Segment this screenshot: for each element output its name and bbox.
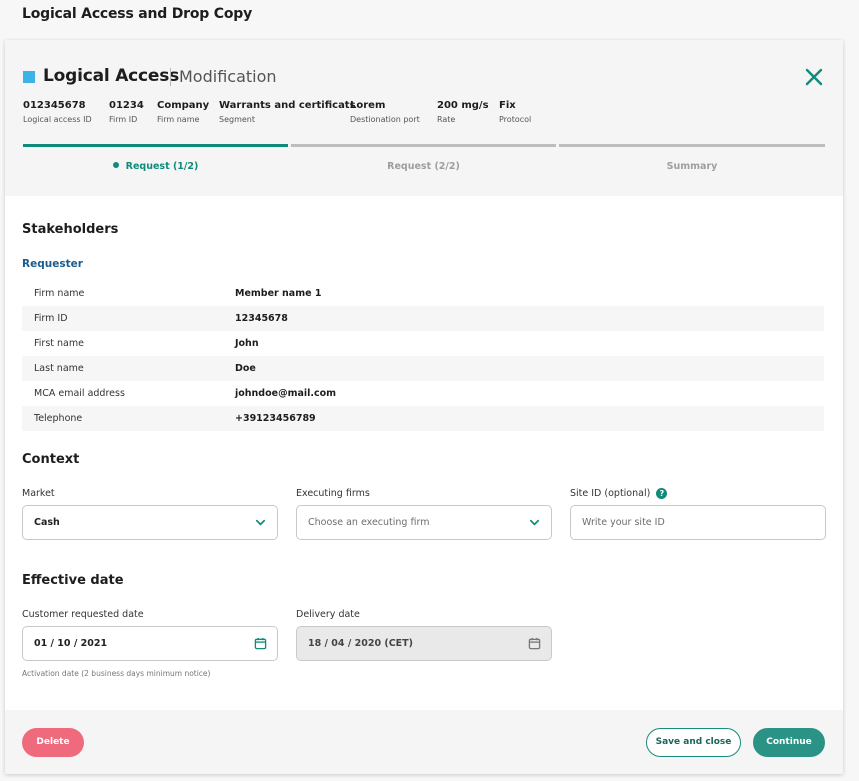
meta-firm-name: Company Firm name: [157, 100, 209, 124]
executing-firms-placeholder: Choose an executing firm: [308, 517, 430, 528]
step-request-2[interactable]: Request (2/2): [291, 161, 556, 172]
meta-label: Firm ID: [109, 115, 138, 124]
info-row-firm-name: Firm name Member name 1: [22, 281, 824, 306]
info-key: First name: [34, 338, 84, 349]
chevron-down-icon: [529, 519, 540, 526]
delivery-date-input: 18 / 04 / 2020 (CET): [296, 626, 552, 661]
title-square-icon: [23, 71, 35, 83]
info-value: +39123456789: [235, 413, 316, 424]
info-key: Telephone: [34, 413, 83, 424]
info-value: 12345678: [235, 313, 288, 324]
effective-date-title: Effective date: [22, 573, 124, 588]
step-label: Request (1/2): [125, 161, 199, 172]
site-id-input[interactable]: Write your site ID: [570, 505, 826, 540]
market-select[interactable]: Cash: [22, 505, 278, 540]
info-key: MCA email address: [34, 388, 125, 399]
calendar-icon: [528, 637, 541, 650]
close-icon: [805, 68, 823, 86]
site-id-label: Site ID (optional)?: [570, 488, 668, 499]
meta-value: 012345678: [23, 100, 86, 111]
modal-title: Logical Access: [43, 66, 180, 86]
active-step-dot-icon: [112, 162, 119, 168]
continue-button[interactable]: Continue: [753, 728, 825, 757]
page-title: Logical Access and Drop Copy: [22, 6, 253, 22]
modal-subtitle: Modification: [179, 67, 277, 86]
step-bar-request-2: [291, 144, 556, 147]
market-selected-value: Cash: [34, 517, 60, 528]
info-row-firm-id: Firm ID 12345678: [22, 306, 824, 331]
delete-button[interactable]: Delete: [22, 728, 84, 757]
meta-rate: 200 mg/s Rate: [437, 100, 489, 124]
info-key: Last name: [34, 363, 84, 374]
calendar-icon[interactable]: [254, 637, 267, 650]
info-value: Member name 1: [235, 288, 322, 299]
info-key: Firm ID: [34, 313, 68, 324]
customer-requested-date-label: Customer requested date: [22, 609, 144, 620]
context-title: Context: [22, 452, 80, 467]
site-id-label-text: Site ID (optional): [570, 488, 651, 499]
info-row-telephone: Telephone +39123456789: [22, 406, 824, 431]
meta-value: Lorem: [350, 100, 386, 111]
help-icon[interactable]: ?: [656, 488, 668, 499]
meta-protocol: Fix Protocol: [499, 100, 531, 124]
chevron-down-icon: [255, 519, 266, 526]
meta-label: Protocol: [499, 115, 532, 124]
activation-date-hint: Activation date (2 business days minimum…: [22, 669, 211, 678]
modal-dialog: Logical Access Modification 012345678 Lo…: [5, 40, 843, 774]
meta-value: Warrants and certificats: [219, 100, 356, 111]
customer-requested-date-input[interactable]: 01 / 10 / 2021: [22, 626, 278, 661]
requester-title: Requester: [22, 258, 83, 270]
info-row-email: MCA email address johndoe@mail.com: [22, 381, 824, 406]
meta-label: Firm name: [157, 115, 200, 124]
info-row-last-name: Last name Doe: [22, 356, 824, 381]
meta-label: Logical access ID: [23, 115, 92, 124]
meta-logical-access-id: 012345678 Logical access ID: [23, 100, 92, 124]
modal-header: Logical Access Modification 012345678 Lo…: [5, 40, 843, 196]
executing-firms-select[interactable]: Choose an executing firm: [296, 505, 552, 540]
step-summary[interactable]: Summary: [559, 161, 825, 172]
info-value: johndoe@mail.com: [235, 388, 337, 399]
meta-firm-id: 01234 Firm ID: [109, 100, 144, 124]
market-label: Market: [22, 488, 55, 499]
step-bar-request-1: [23, 144, 288, 147]
meta-value: 200 mg/s: [437, 100, 489, 111]
delivery-date-value: 18 / 04 / 2020 (CET): [308, 638, 413, 649]
meta-label: Segment: [219, 115, 255, 124]
step-request-1[interactable]: Request (1/2): [23, 161, 288, 172]
title-separator: [170, 68, 171, 86]
meta-label: Destionation port: [350, 115, 420, 124]
meta-destination-port: Lorem Destionation port: [350, 100, 420, 124]
info-key: Firm name: [34, 288, 85, 299]
delivery-date-label: Delivery date: [296, 609, 360, 620]
meta-label: Rate: [437, 115, 456, 124]
close-button[interactable]: [803, 66, 825, 88]
meta-value: 01234: [109, 100, 144, 111]
info-value: Doe: [235, 363, 256, 374]
step-bar-summary: [559, 144, 825, 147]
customer-requested-date-value: 01 / 10 / 2021: [34, 638, 108, 649]
info-row-first-name: First name John: [22, 331, 824, 356]
executing-firms-label: Executing firms: [296, 488, 370, 499]
meta-segment: Warrants and certificats Segment: [219, 100, 356, 124]
meta-value: Fix: [499, 100, 516, 111]
info-value: John: [235, 338, 259, 349]
modal-footer: Delete Save and close Continue: [5, 710, 843, 774]
meta-value: Company: [157, 100, 210, 111]
save-and-close-button[interactable]: Save and close: [646, 728, 741, 757]
step-label: Request (2/2): [387, 161, 460, 172]
site-id-placeholder: Write your site ID: [582, 517, 665, 528]
step-label: Summary: [666, 161, 718, 172]
stakeholders-title: Stakeholders: [22, 222, 119, 237]
